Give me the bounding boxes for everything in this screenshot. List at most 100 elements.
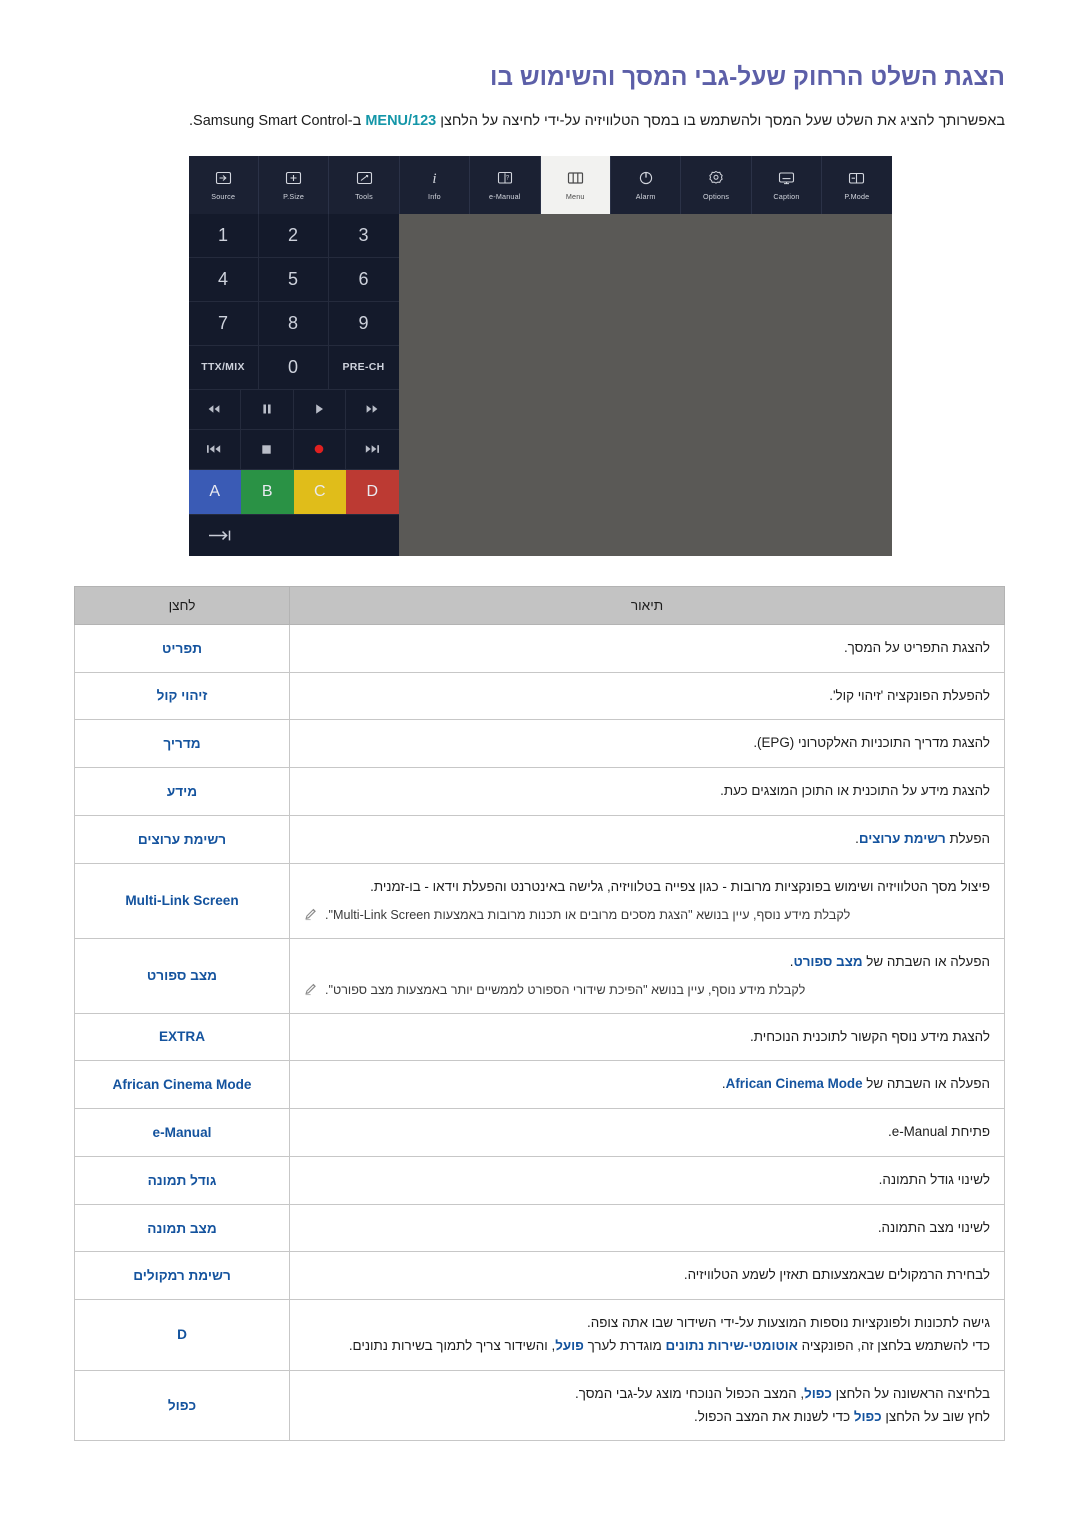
remote-panel: 1 2 3 4 5 6 7 8 9 TTX/MIX 0 PRE-CH A B C… — [188, 213, 399, 556]
desc-text: , והשידור צריך לתמוך בשירות נתונים. — [348, 1337, 556, 1353]
toolbar-label: Caption — [773, 191, 800, 201]
record-button[interactable] — [293, 429, 346, 470]
media-controls-row-1 — [188, 389, 399, 430]
play-button[interactable] — [293, 389, 346, 430]
keypad-key-1[interactable]: 1 — [188, 213, 259, 258]
row-description: להפעלת הפונקציה 'זיהוי קול'. — [289, 671, 1005, 721]
row-button-label: תפריט — [74, 623, 290, 673]
pause-icon — [261, 403, 273, 415]
source-icon — [213, 169, 233, 187]
row-description: הפעלה או השבתה של מצב ספורט. לקבלת מידע … — [289, 937, 1005, 1014]
previous-track-icon — [204, 444, 224, 454]
table-row: הפעלה או השבתה של African Cinema Mode. A… — [74, 1060, 1005, 1110]
row-description: להצגת מדריך התוכניות האלקטרוני (EPG). — [289, 719, 1005, 769]
desc-text: כדי להשתמש בלחצן זה, הפונקציה — [797, 1337, 990, 1353]
row-description: פתיחת e-Manual. — [289, 1108, 1005, 1157]
next-track-icon — [362, 444, 382, 454]
color-button-c[interactable]: C — [293, 469, 346, 514]
stop-button[interactable] — [241, 429, 294, 470]
color-button-d[interactable]: D — [346, 469, 399, 514]
pause-button[interactable] — [241, 389, 294, 430]
exit-button[interactable] — [188, 513, 399, 556]
keypad-key-5[interactable]: 5 — [258, 257, 329, 302]
fast-forward-button[interactable] — [346, 390, 399, 430]
desc-term: e-Manual — [891, 1124, 948, 1140]
toolbar-label: Alarm — [635, 191, 656, 201]
table-row: לשינוי מצב התמונה. מצב תמונה — [74, 1203, 1005, 1253]
keypad-key-2[interactable]: 2 — [258, 213, 329, 258]
row-button-label: גודל תמונה — [74, 1155, 290, 1205]
color-button-b[interactable]: B — [241, 469, 294, 514]
media-controls-row-2 — [188, 429, 399, 470]
keypad-key-3[interactable]: 3 — [328, 214, 399, 258]
keypad-key-7[interactable]: 7 — [188, 301, 259, 346]
keypad-key-6[interactable]: 6 — [328, 258, 399, 302]
remote-toolbar: Source P.Size Tools i Info ? e-Manual Me… — [188, 155, 892, 214]
table-header: תיאור לחצן — [74, 585, 1005, 625]
toolbar-item-tools[interactable]: Tools — [329, 155, 400, 214]
row-description: להצגת התפריט על המסך. — [289, 623, 1005, 673]
options-gear-icon — [706, 169, 726, 187]
table-row: הפעלת רשימת ערוצים. רשימת ערוצים — [74, 814, 1005, 864]
toolbar-label: Info — [428, 191, 441, 201]
svg-text:i: i — [432, 171, 436, 185]
toolbar-item-caption[interactable]: Caption — [752, 155, 823, 214]
table-row: פתיחת e-Manual. e-Manual — [74, 1108, 1005, 1157]
remote-buttons-table: תיאור לחצן להצגת התפריט על המסך. תפריט ל… — [74, 585, 1005, 1442]
toolbar-item-alarm[interactable]: Alarm — [611, 155, 682, 214]
desc-text: פיצול מסך הטלוויזיה ושימוש בפונקציות מרו… — [370, 878, 990, 894]
previous-track-button[interactable] — [188, 429, 241, 470]
toolbar-item-info[interactable]: i Info — [400, 155, 471, 214]
page-title: הצגת השלט הרחוק שעל-גבי המסך והשימוש בו — [489, 64, 1005, 91]
desc-highlight: כפול — [804, 1385, 832, 1401]
keypad-key-4[interactable]: 4 — [188, 257, 259, 302]
color-button-a[interactable]: A — [188, 469, 241, 514]
tools-icon — [354, 169, 374, 187]
table-row: בלחיצה הראשונה על הלחצן כפול, המצב הכפול… — [74, 1369, 1005, 1442]
menu-123-button-reference[interactable]: MENU/123 — [365, 113, 436, 129]
desc-highlight: מצב ספורט — [793, 953, 863, 969]
table-header-row: תיאור לחצן — [74, 585, 1005, 625]
rewind-button[interactable] — [188, 389, 241, 430]
toolbar-item-p-mode[interactable]: P.Mode — [822, 156, 891, 214]
stop-icon — [261, 444, 272, 455]
toolbar-item-p-size[interactable]: P.Size — [259, 155, 330, 214]
desc-text: גישה לתכונות ולפונקציות נוספות המוצעות ע… — [586, 1315, 990, 1331]
e-manual-icon: ? — [495, 169, 515, 187]
keypad-key-9[interactable]: 9 — [328, 302, 399, 346]
row-button-label: מידע — [74, 767, 290, 816]
table-row: לשינוי גודל התמונה. גודל תמונה — [74, 1155, 1005, 1205]
row-description: להצגת מידע על התוכנית או התוכן המוצגים כ… — [289, 767, 1005, 816]
picture-size-icon — [284, 169, 304, 187]
toolbar-label: Options — [702, 191, 730, 201]
toolbar-label: Menu — [565, 191, 585, 201]
toolbar-item-e-manual[interactable]: ? e-Manual — [470, 155, 541, 214]
rewind-icon — [205, 404, 223, 414]
toolbar-item-menu[interactable]: Menu — [540, 155, 611, 214]
intro-text-part2: ב-Samsung Smart Control. — [189, 112, 362, 129]
keypad-key-ttx-mix[interactable]: TTX/MIX — [188, 345, 259, 390]
alarm-power-icon — [636, 169, 656, 187]
keypad-key-0[interactable]: 0 — [258, 345, 329, 390]
color-buttons-row: A B C D — [188, 469, 399, 514]
row-button-label: African Cinema Mode — [74, 1060, 290, 1110]
desc-text: לחץ שוב על הלחצן — [881, 1408, 990, 1424]
table-row: להצגת מידע על התוכנית או התוכן המוצגים כ… — [74, 767, 1005, 816]
row-description: להצגת מידע נוסף הקשור לתוכנית הנוכחית. — [289, 1012, 1005, 1062]
keypad-key-pre-ch[interactable]: PRE-CH — [328, 346, 399, 390]
desc-highlight: אוטומטי-שירות נתונים — [665, 1337, 798, 1353]
numeric-keypad: 1 2 3 4 5 6 7 8 9 TTX/MIX 0 PRE-CH — [188, 213, 399, 390]
toolbar-item-options[interactable]: Options — [681, 155, 752, 214]
row-note: לקבלת מידע נוסף, עיין בנושא "הצגת מסכים … — [304, 905, 990, 925]
desc-text: כדי לשנות את המצב הכפול. — [693, 1408, 854, 1424]
menu-icon — [565, 169, 585, 187]
table-row: גישה לתכונות ולפונקציות נוספות המוצעות ע… — [74, 1299, 1005, 1371]
button-label-ltr: D — [177, 1327, 187, 1343]
fast-forward-icon — [363, 404, 381, 414]
next-track-button[interactable] — [346, 430, 399, 470]
desc-text: , המצב הכפול הנוכחי מוצג על-גבי המסך. — [574, 1385, 805, 1401]
keypad-key-8[interactable]: 8 — [258, 301, 329, 346]
desc-line: כדי להשתמש בלחצן זה, הפונקציה אוטומטי-שי… — [304, 1335, 990, 1358]
table-row: להצגת מדריך התוכניות האלקטרוני (EPG). מד… — [74, 719, 1005, 769]
toolbar-item-source[interactable]: Source — [189, 155, 259, 214]
